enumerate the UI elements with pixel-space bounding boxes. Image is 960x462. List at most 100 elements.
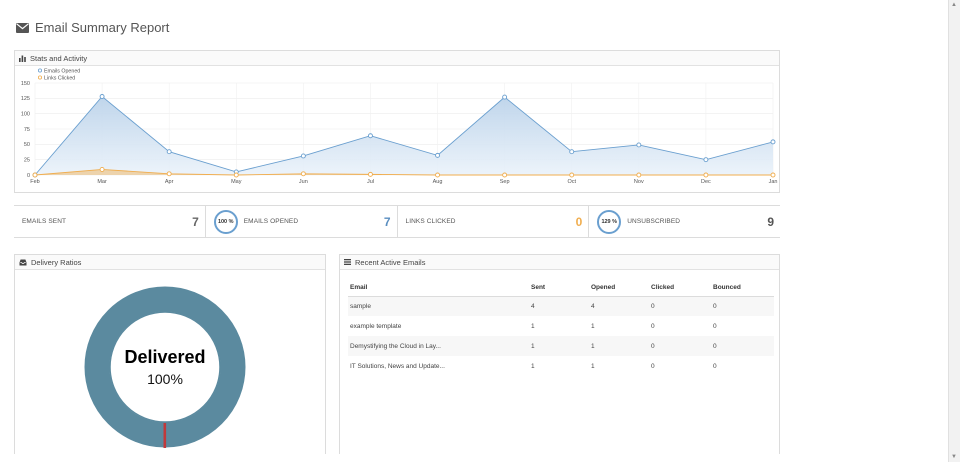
data-point: [569, 172, 575, 178]
data-point: [636, 172, 642, 178]
data-point: [99, 167, 105, 172]
donut-center-value: 100%: [147, 371, 183, 387]
cell-email[interactable]: IT Solutions, News and Update...: [348, 356, 531, 376]
x-tick-label: Nov: [634, 179, 644, 185]
metric-value: 7: [383, 214, 391, 229]
opened-rate-ring: 100 %: [213, 209, 238, 234]
x-tick-label: May: [231, 179, 242, 185]
recent-active-emails-panel: Recent Active Emails Email Sent Opened C…: [339, 254, 780, 454]
cell-bounced: 0: [713, 296, 774, 316]
metric-emails-opened: 100 % EMAILS OPENED 7: [206, 206, 398, 237]
cell-clicked: 0: [651, 296, 713, 316]
cell-sent: 4: [531, 296, 591, 316]
inbox-icon: [19, 259, 27, 265]
list-icon: [344, 259, 351, 265]
table-row[interactable]: IT Solutions, News and Update... 1 1 0 0: [348, 356, 774, 376]
cell-opened: 1: [591, 322, 595, 330]
data-point: [703, 172, 709, 178]
metric-value: 0: [575, 214, 583, 229]
scroll-up-arrow-icon[interactable]: ▲: [951, 2, 957, 8]
cell-sent: 1: [531, 362, 535, 370]
x-tick-label: Jun: [299, 179, 308, 185]
y-tick-label: 75: [24, 127, 30, 133]
stats-panel-header: Stats and Activity: [15, 51, 779, 66]
data-point: [300, 153, 306, 159]
metric-links-clicked: LINKS CLICKED 0: [398, 206, 590, 237]
metrics-row: EMAILS SENT 7 100 % EMAILS OPENED 7 LINK…: [14, 205, 780, 238]
metric-value: 9: [767, 214, 774, 229]
cell-opened: 4: [591, 296, 651, 316]
donut-center: [112, 314, 218, 420]
page-scrollbar[interactable]: ▲ ▼: [948, 0, 960, 462]
donut-center-label: Delivered: [124, 347, 205, 367]
metric-label: UNSUBSCRIBED: [627, 218, 681, 225]
metric-label: EMAILS SENT: [22, 218, 67, 225]
data-point: [770, 139, 776, 145]
x-tick-label: Jan: [769, 179, 778, 185]
data-point: [435, 172, 440, 178]
metric-unsubscribed: 129 % UNSUBSCRIBED 9: [589, 206, 780, 237]
scroll-down-arrow-icon[interactable]: ▼: [951, 454, 957, 460]
delivery-donut-chart: Delivered 100%: [84, 286, 246, 448]
cell-clicked: 0: [651, 336, 713, 356]
data-point: [300, 171, 306, 177]
activity-chart: 0 25 50 75 100 125 150 Feb Mar Apr May Jun Jul Aug Se…: [21, 68, 778, 185]
y-tick-label: 50: [24, 142, 30, 148]
data-point: [435, 152, 440, 158]
donut-marker: [163, 423, 167, 448]
column-header-opened[interactable]: Opened: [591, 279, 651, 297]
cell-bounced: 0: [713, 322, 717, 330]
legend-label: Emails Opened: [44, 68, 80, 74]
cell-email[interactable]: example template: [348, 316, 531, 336]
x-tick-label: Oct: [567, 179, 576, 185]
cell-email[interactable]: Demystifying the Cloud in Lay...: [348, 336, 531, 356]
data-point: [368, 171, 373, 177]
x-tick-label: Apr: [165, 179, 174, 185]
data-point: [368, 133, 373, 139]
data-point: [99, 94, 105, 99]
data-point: [32, 172, 38, 178]
column-header-bounced[interactable]: Bounced: [713, 279, 774, 297]
stats-activity-panel: Stats and Activity 0 25 50 75 100 125 150 Feb M…: [14, 50, 780, 193]
data-point: [502, 94, 508, 100]
table-header-row: Email Sent Opened Clicked Bounced: [348, 279, 774, 297]
x-tick-label: Dec: [701, 179, 711, 185]
data-point: [166, 149, 172, 155]
x-tick-label: Feb: [30, 179, 39, 185]
data-point: [166, 171, 172, 177]
metric-emails-sent: EMAILS SENT 7: [14, 206, 206, 237]
column-header-sent[interactable]: Sent: [531, 279, 591, 297]
cell-sent: 1: [531, 336, 591, 356]
delivery-ratios-panel: Delivery Ratios Delivered 100%: [14, 254, 326, 454]
x-tick-label: Jul: [367, 179, 374, 185]
column-header-email[interactable]: Email: [348, 279, 531, 297]
cell-opened: 1: [591, 336, 651, 356]
table-row[interactable]: example template 1 1 0 0: [348, 316, 774, 336]
unsubscribe-rate-ring: 129 %: [597, 209, 622, 234]
recent-emails-table: Email Sent Opened Clicked Bounced sample…: [348, 279, 774, 376]
envelope-icon: [16, 22, 29, 33]
x-tick-label: Sep: [500, 179, 510, 185]
cell-opened: 1: [591, 362, 595, 370]
column-header-clicked[interactable]: Clicked: [651, 279, 713, 297]
data-point: [569, 149, 575, 155]
table-row[interactable]: Demystifying the Cloud in Lay... 1 1 0 0: [348, 336, 774, 356]
y-tick-label: 150: [21, 81, 30, 87]
delivery-panel-header: Delivery Ratios: [15, 255, 325, 270]
x-tick-label: Mar: [97, 179, 107, 185]
data-point: [770, 172, 776, 178]
cell-sent: 1: [531, 322, 535, 330]
y-tick-label: 0: [27, 173, 30, 179]
x-tick-label: Aug: [433, 179, 443, 185]
bar-chart-icon: [19, 55, 26, 62]
metric-value: 7: [192, 214, 199, 229]
cell-bounced: 0: [713, 362, 717, 370]
data-point: [502, 172, 508, 178]
series-area-0: [35, 96, 773, 175]
recent-panel-header: Recent Active Emails: [340, 255, 779, 270]
legend-marker: [37, 68, 42, 73]
table-row[interactable]: sample 4 4 0 0: [348, 296, 774, 316]
y-tick-label: 25: [24, 157, 30, 163]
cell-email[interactable]: sample: [348, 296, 531, 316]
data-point: [703, 157, 709, 163]
